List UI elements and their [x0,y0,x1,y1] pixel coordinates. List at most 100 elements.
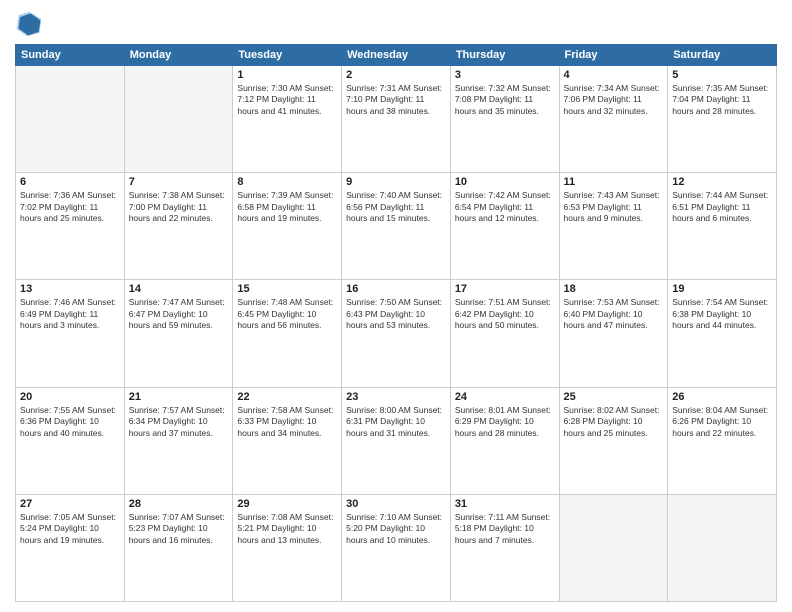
day-number: 10 [455,176,555,188]
calendar-week-row: 27 Sunrise: 7:05 AM Sunset: 5:24 PM Dayli… [16,494,777,601]
calendar-cell: 29 Sunrise: 7:08 AM Sunset: 5:21 PM Dayli… [233,494,342,601]
day-number: 24 [455,391,555,403]
calendar-cell: 19Sunrise: 7:54 AM Sunset: 6:38 PM Dayli… [668,280,777,387]
calendar-cell: 12 Sunrise: 7:44 AM Sunset: 6:51 PM Dayli… [668,173,777,280]
day-info: Sunrise: 7:42 AM Sunset: 6:54 PM Dayligh… [455,190,555,224]
calendar-cell: 24 Sunrise: 8:01 AM Sunset: 6:29 PM Dayli… [450,387,559,494]
calendar-header-thursday: Thursday [450,45,559,66]
day-number: 27 [20,498,120,510]
calendar-header-sunday: Sunday [16,45,125,66]
day-info: Sunrise: 7:50 AM Sunset: 6:43 PM Dayligh… [346,297,446,331]
day-number: 13 [20,283,120,295]
calendar-cell: 26 Sunrise: 8:04 AM Sunset: 6:26 PM Dayli… [668,387,777,494]
day-number: 9 [346,176,446,188]
calendar-cell: 3 Sunrise: 7:32 AM Sunset: 7:08 PM Daylig… [450,66,559,173]
day-number: 7 [129,176,229,188]
day-info: Sunrise: 7:51 AM Sunset: 6:42 PM Dayligh… [455,297,555,331]
day-number: 12 [672,176,772,188]
calendar-cell: 5 Sunrise: 7:35 AM Sunset: 7:04 PM Daylig… [668,66,777,173]
logo [15,10,47,38]
day-info: Sunrise: 7:35 AM Sunset: 7:04 PM Dayligh… [672,83,772,117]
calendar-cell: 8 Sunrise: 7:39 AM Sunset: 6:58 PM Daylig… [233,173,342,280]
day-number: 23 [346,391,446,403]
day-number: 4 [564,69,664,81]
calendar-cell [124,66,233,173]
calendar-week-row: 20 Sunrise: 7:55 AM Sunset: 6:36 PM Dayli… [16,387,777,494]
day-info: Sunrise: 7:58 AM Sunset: 6:33 PM Dayligh… [237,405,337,439]
calendar-cell: 13 Sunrise: 7:46 AM Sunset: 6:49 PM Dayli… [16,280,125,387]
calendar-table: SundayMondayTuesdayWednesdayThursdayFrid… [15,44,777,602]
calendar-cell: 10 Sunrise: 7:42 AM Sunset: 6:54 PM Dayli… [450,173,559,280]
calendar-cell: 25Sunrise: 8:02 AM Sunset: 6:28 PM Dayli… [559,387,668,494]
calendar-cell: 1Sunrise: 7:30 AM Sunset: 7:12 PM Daylig… [233,66,342,173]
day-number: 29 [237,498,337,510]
day-info: Sunrise: 7:30 AM Sunset: 7:12 PM Dayligh… [237,83,337,117]
day-info: Sunrise: 7:53 AM Sunset: 6:40 PM Dayligh… [564,297,664,331]
day-number: 14 [129,283,229,295]
calendar-cell: 16 Sunrise: 7:50 AM Sunset: 6:43 PM Dayli… [342,280,451,387]
calendar-header-saturday: Saturday [668,45,777,66]
calendar-cell: 17 Sunrise: 7:51 AM Sunset: 6:42 PM Dayli… [450,280,559,387]
day-number: 21 [129,391,229,403]
day-number: 15 [237,283,337,295]
day-info: Sunrise: 7:10 AM Sunset: 5:20 PM Dayligh… [346,512,446,546]
day-number: 8 [237,176,337,188]
calendar-cell: 15 Sunrise: 7:48 AM Sunset: 6:45 PM Dayli… [233,280,342,387]
day-info: Sunrise: 7:55 AM Sunset: 6:36 PM Dayligh… [20,405,120,439]
calendar-header-tuesday: Tuesday [233,45,342,66]
day-number: 20 [20,391,120,403]
day-info: Sunrise: 7:11 AM Sunset: 5:18 PM Dayligh… [455,512,555,546]
day-info: Sunrise: 8:00 AM Sunset: 6:31 PM Dayligh… [346,405,446,439]
calendar-cell: 28Sunrise: 7:07 AM Sunset: 5:23 PM Dayli… [124,494,233,601]
day-number: 26 [672,391,772,403]
day-info: Sunrise: 7:46 AM Sunset: 6:49 PM Dayligh… [20,297,120,331]
calendar-week-row: 6 Sunrise: 7:36 AM Sunset: 7:02 PM Daylig… [16,173,777,280]
day-info: Sunrise: 7:31 AM Sunset: 7:10 PM Dayligh… [346,83,446,117]
calendar-cell: 14Sunrise: 7:47 AM Sunset: 6:47 PM Dayli… [124,280,233,387]
calendar-cell [668,494,777,601]
day-info: Sunrise: 8:01 AM Sunset: 6:29 PM Dayligh… [455,405,555,439]
day-info: Sunrise: 8:04 AM Sunset: 6:26 PM Dayligh… [672,405,772,439]
calendar-cell: 23 Sunrise: 8:00 AM Sunset: 6:31 PM Dayli… [342,387,451,494]
logo-icon [15,10,43,38]
calendar-cell: 27 Sunrise: 7:05 AM Sunset: 5:24 PM Dayli… [16,494,125,601]
calendar-cell [16,66,125,173]
calendar-cell: 21 Sunrise: 7:57 AM Sunset: 6:34 PM Dayli… [124,387,233,494]
day-number: 3 [455,69,555,81]
day-info: Sunrise: 7:38 AM Sunset: 7:00 PM Dayligh… [129,190,229,224]
day-info: Sunrise: 7:32 AM Sunset: 7:08 PM Dayligh… [455,83,555,117]
day-info: Sunrise: 7:43 AM Sunset: 6:53 PM Dayligh… [564,190,664,224]
day-number: 22 [237,391,337,403]
day-info: Sunrise: 7:48 AM Sunset: 6:45 PM Dayligh… [237,297,337,331]
calendar-cell: 30 Sunrise: 7:10 AM Sunset: 5:20 PM Dayli… [342,494,451,601]
day-number: 18 [564,283,664,295]
day-number: 6 [20,176,120,188]
calendar-cell: 20 Sunrise: 7:55 AM Sunset: 6:36 PM Dayli… [16,387,125,494]
calendar-cell: 4 Sunrise: 7:34 AM Sunset: 7:06 PM Daylig… [559,66,668,173]
day-number: 5 [672,69,772,81]
day-number: 16 [346,283,446,295]
day-info: Sunrise: 7:34 AM Sunset: 7:06 PM Dayligh… [564,83,664,117]
calendar-cell: 11 Sunrise: 7:43 AM Sunset: 6:53 PM Dayli… [559,173,668,280]
calendar-header-row: SundayMondayTuesdayWednesdayThursdayFrid… [16,45,777,66]
day-number: 30 [346,498,446,510]
calendar-cell: 7 Sunrise: 7:38 AM Sunset: 7:00 PM Daylig… [124,173,233,280]
calendar-week-row: 1Sunrise: 7:30 AM Sunset: 7:12 PM Daylig… [16,66,777,173]
day-number: 11 [564,176,664,188]
day-info: Sunrise: 7:08 AM Sunset: 5:21 PM Dayligh… [237,512,337,546]
day-info: Sunrise: 7:39 AM Sunset: 6:58 PM Dayligh… [237,190,337,224]
day-number: 17 [455,283,555,295]
header [15,10,777,38]
day-info: Sunrise: 7:36 AM Sunset: 7:02 PM Dayligh… [20,190,120,224]
day-info: Sunrise: 7:57 AM Sunset: 6:34 PM Dayligh… [129,405,229,439]
calendar-header-friday: Friday [559,45,668,66]
page: SundayMondayTuesdayWednesdayThursdayFrid… [0,0,792,612]
calendar-cell: 2 Sunrise: 7:31 AM Sunset: 7:10 PM Daylig… [342,66,451,173]
calendar-cell: 9Sunrise: 7:40 AM Sunset: 6:56 PM Daylig… [342,173,451,280]
calendar-week-row: 13 Sunrise: 7:46 AM Sunset: 6:49 PM Dayli… [16,280,777,387]
day-info: Sunrise: 7:05 AM Sunset: 5:24 PM Dayligh… [20,512,120,546]
calendar-cell: 18 Sunrise: 7:53 AM Sunset: 6:40 PM Dayli… [559,280,668,387]
day-number: 2 [346,69,446,81]
day-info: Sunrise: 7:44 AM Sunset: 6:51 PM Dayligh… [672,190,772,224]
day-info: Sunrise: 8:02 AM Sunset: 6:28 PM Dayligh… [564,405,664,439]
